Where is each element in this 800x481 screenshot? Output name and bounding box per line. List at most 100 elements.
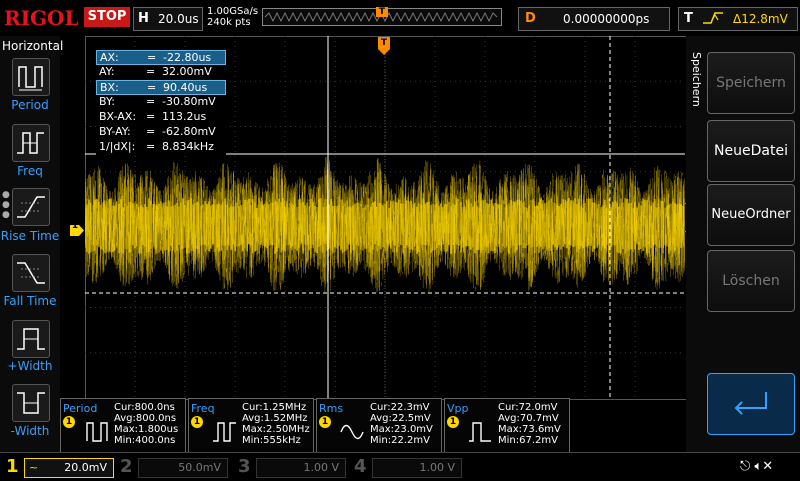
cursor-readout-row: 1/|dX|: = 8.834kHz — [96, 140, 224, 153]
scroll-dots-icon: ● ● ● — [2, 190, 10, 220]
negative-width-button[interactable] — [12, 384, 50, 422]
cursor-readout-name: BY-AY: — [99, 125, 131, 138]
positive-width-label: +Width — [7, 359, 53, 373]
trigger-edge-icon — [701, 10, 729, 30]
measurement-title: Freq — [191, 402, 215, 415]
channel-4-button[interactable]: 4 1.00 V — [354, 456, 464, 478]
channel-number: 3 — [238, 456, 251, 477]
timebase-indicator[interactable]: H 20.0us — [133, 7, 203, 31]
trigger-level: Δ12.8mV — [733, 12, 788, 26]
left-menu-title: Horizontal — [2, 39, 64, 53]
cursor-readout-equals: = — [146, 65, 156, 78]
measurement-maximum: Max:2.50MHz — [242, 424, 310, 435]
delay-indicator[interactable]: D 0.00000000ps — [518, 7, 670, 31]
rise-time-button[interactable] — [12, 188, 50, 226]
measurement-panel-rms[interactable]: Rms 1 Cur:22.3mV Avg:22.5mV Max:23.0mV Min:22… — [316, 398, 442, 454]
cursor-readout-value: 90.40us — [163, 81, 208, 94]
cursor-readout-value: 32.00mV — [162, 65, 212, 78]
brand-logo: RIGOL — [4, 6, 79, 30]
measurement-title: Vpp — [447, 402, 469, 415]
channel-2-button[interactable]: 2 50.0mV — [120, 456, 230, 478]
rise-time-label: Rise Time — [0, 229, 60, 243]
sample-rate: 1.00GSa/s — [207, 6, 259, 17]
enter-return-icon — [734, 392, 767, 415]
rise-time-icon — [17, 196, 45, 218]
measurement-average: Avg:70.7mV — [498, 413, 559, 424]
timebase-value: 20.0us — [158, 12, 199, 26]
acquisition-info: 1.00GSa/s 240k pts — [207, 6, 258, 28]
cursor-readout-name: BY: — [99, 95, 115, 108]
cursor-readout-name: AX: — [100, 51, 119, 64]
freq-wave-icon — [213, 422, 236, 442]
cursor-readout-name: AY: — [99, 65, 115, 78]
trigger-label: T — [684, 11, 693, 26]
status-icons: ⎋ 🔈︎✕ — [740, 459, 773, 474]
usb-icon: ⎋ — [740, 459, 751, 474]
measurement-minimum: Min:22.2mV — [370, 435, 430, 446]
cursor-readout-value: -30.80mV — [162, 95, 216, 108]
period-wave-icon — [86, 422, 108, 442]
fall-time-button[interactable] — [12, 254, 50, 292]
delete-button[interactable]: Löschen — [707, 250, 795, 312]
measurement-current: Cur:72.0mV — [498, 402, 558, 413]
trigger-indicator[interactable]: T Δ12.8mV — [678, 7, 798, 31]
measurement-minimum: Min:555kHz — [242, 435, 301, 446]
new-file-button[interactable]: NeueDatei — [707, 120, 795, 182]
channel-1-button[interactable]: 1 ~20.0mV — [6, 456, 116, 478]
negative-width-label: -Width — [10, 424, 50, 438]
period-icon — [18, 66, 43, 91]
save-button[interactable]: Speichern — [707, 52, 795, 114]
channel-number: 1 — [6, 456, 19, 477]
negative-width-icon — [17, 392, 45, 414]
right-menu-title: Speichern — [690, 52, 703, 107]
cursor-readout-name: 1/|dX|: — [99, 140, 136, 153]
cursor-readout-row: BY: = -30.80mV — [96, 95, 224, 108]
positive-width-button[interactable] — [12, 320, 50, 358]
vpp-wave-icon — [469, 422, 491, 442]
new-folder-button[interactable]: NeueOrdner — [707, 184, 795, 246]
trigger-position-marker[interactable]: T — [378, 37, 390, 55]
cursor-readout-equals: = — [146, 140, 156, 153]
measurement-title: Rms — [319, 402, 344, 415]
cursor-readout-row: BX: = 90.40us — [96, 80, 226, 95]
channel-number: 4 — [354, 456, 367, 477]
waveform-memory-bar[interactable]: T — [262, 7, 502, 26]
fall-time-icon — [17, 262, 45, 284]
run-stop-status[interactable]: STOP — [84, 7, 130, 27]
speaker-muted-icon[interactable]: 🔈︎✕ — [754, 459, 773, 474]
freq-button[interactable] — [12, 124, 50, 162]
measurement-maximum: Max:23.0mV — [370, 424, 433, 435]
channel-scale: 1.00 V — [303, 461, 339, 474]
period-button[interactable] — [12, 58, 50, 96]
channel-3-button[interactable]: 3 1.00 V — [238, 456, 348, 478]
cursor-readout-equals: = — [146, 95, 156, 108]
positive-width-icon — [17, 328, 45, 350]
enter-button[interactable] — [707, 373, 795, 435]
freq-label: Freq — [17, 164, 43, 178]
cursor-readout-name: BX-AX: — [99, 110, 137, 123]
channel-number: 2 — [120, 456, 133, 477]
measurement-maximum: Max:73.6mV — [498, 424, 561, 435]
measurement-minimum: Min:67.2mV — [498, 435, 558, 446]
cursor-readout-value: 8.834kHz — [162, 140, 214, 153]
cursor-readout-value: 113.2us — [162, 110, 207, 123]
measurement-panel-freq[interactable]: Freq 1 Cur:1.25MHz Avg:1.52MHz Max:2.50MHz Mi… — [188, 398, 314, 454]
measurement-panel-vpp[interactable]: Vpp 1 Cur:72.0mV Avg:70.7mV Max:73.6mV Min:67… — [444, 398, 570, 454]
delay-label: D — [525, 11, 536, 26]
channel-coupling-icon: ~ — [29, 461, 39, 474]
measurement-panel-period[interactable]: Period 1 Cur:800.0ns Avg:800.0ns Max:1.800us… — [60, 398, 186, 454]
channel1-offset-marker[interactable]: 1 — [70, 221, 84, 236]
cursor-readout-equals: = — [146, 110, 156, 123]
cursor-readout-row: BX-AX: = 113.2us — [96, 110, 224, 123]
measurement-title: Period — [63, 402, 98, 415]
cursor-readout-value: -22.80us — [163, 51, 212, 64]
timebase-label: H — [138, 11, 149, 26]
measurement-current: Cur:800.0ns — [114, 402, 175, 413]
measurement-average: Avg:1.52MHz — [242, 413, 308, 424]
cursor-readout-equals: = — [146, 125, 156, 138]
channel-scale: 1.00 V — [419, 461, 455, 474]
freq-icon — [17, 132, 44, 154]
measurement-maximum: Max:1.800us — [114, 424, 179, 435]
cursor-readout-row: AY: = 32.00mV — [96, 65, 224, 78]
rms-wave-icon — [340, 424, 364, 440]
